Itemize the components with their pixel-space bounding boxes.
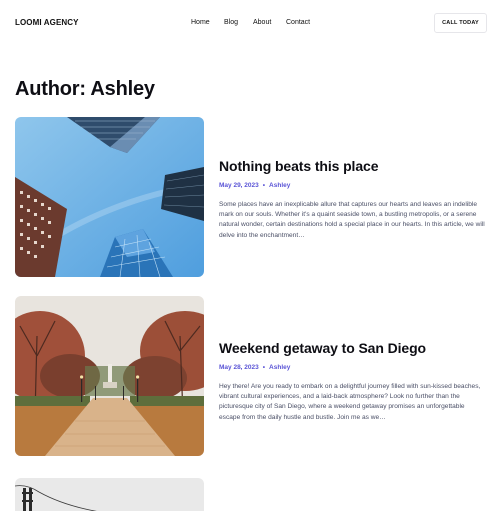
page-title: Author: Ashley [15,78,155,100]
post-thumbnail-park[interactable] [15,296,204,456]
post-excerpt: Some places have an inexplicable allure … [219,201,485,239]
call-today-button[interactable]: CALL TODAY [434,13,487,33]
post-body: Weekend getaway to San Diego May 28, 202… [219,340,487,423]
post-thumbnail-skyscrapers[interactable] [15,117,204,277]
post-meta: May 28, 2023 • Ashley [219,364,487,371]
meta-separator: • [262,182,266,189]
nav-blog[interactable]: Blog [224,19,238,26]
post-thumbnail-bridge[interactable] [15,478,204,511]
post-body: Nothing beats this place May 29, 2023 • As… [219,158,487,241]
post-author-link[interactable]: Ashley [269,364,290,371]
nav-home[interactable]: Home [191,19,210,26]
post-title-link[interactable]: Nothing beats this place [219,158,487,174]
post-card: Nothing beats this place May 29, 2023 • As… [15,117,487,277]
post-card [15,478,487,511]
post-title-link[interactable]: Weekend getaway to San Diego [219,340,487,356]
nav-about[interactable]: About [253,19,271,26]
main-nav: Home Blog About Contact [0,19,500,31]
site-header: LOOMI AGENCY Home Blog About Contact CAL… [0,0,500,48]
post-meta: May 29, 2023 • Ashley [219,182,487,189]
post-date[interactable]: May 28, 2023 [219,364,259,371]
post-card: Weekend getaway to San Diego May 28, 202… [15,296,487,456]
post-author-link[interactable]: Ashley [269,182,290,189]
nav-contact[interactable]: Contact [286,19,310,26]
meta-separator: • [262,364,266,371]
post-date[interactable]: May 29, 2023 [219,182,259,189]
post-excerpt: Hey there! Are you ready to embark on a … [219,383,481,421]
